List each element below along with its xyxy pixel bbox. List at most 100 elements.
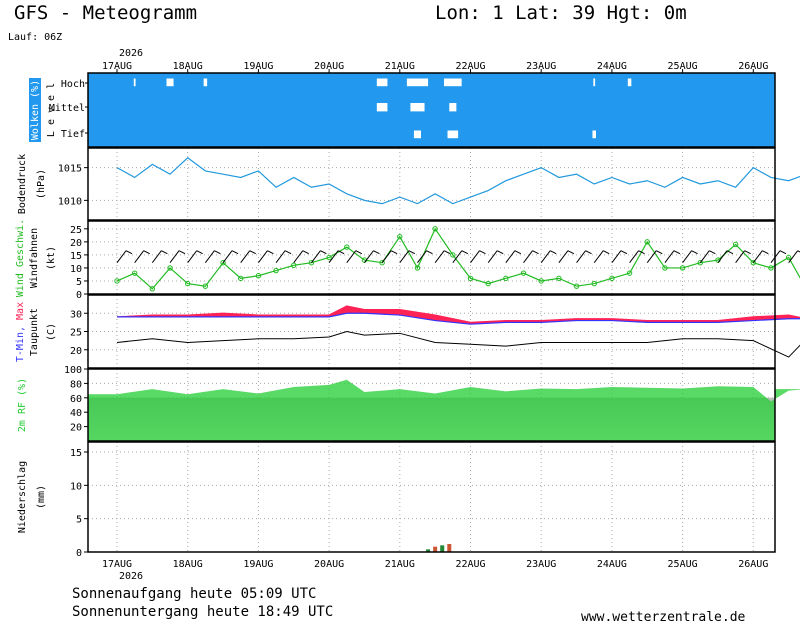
y-tick-label: 10 bbox=[70, 481, 82, 492]
cloud-gap bbox=[413, 130, 422, 139]
precip-ylabel: Niederschlag bbox=[17, 461, 28, 533]
wind-barb bbox=[788, 250, 799, 264]
date-label-top: 25AUG bbox=[668, 61, 698, 72]
wind-barb bbox=[434, 250, 445, 264]
wind-ylabel2: Windfahnen bbox=[29, 228, 40, 288]
date-label-bottom: 18AUG bbox=[173, 559, 203, 570]
site-url: www.wetterzentrale.de bbox=[581, 610, 746, 625]
wind-barb-feather bbox=[479, 250, 486, 255]
temperature-unit: (C) bbox=[46, 323, 57, 341]
wind-barb-feather bbox=[691, 250, 698, 255]
date-label-bottom: 21AUG bbox=[385, 559, 415, 570]
wind-ylabel: Wind Geschwi. bbox=[15, 219, 26, 297]
wind-barb bbox=[682, 250, 692, 264]
wind-barb-feather bbox=[302, 250, 309, 255]
wind-barb bbox=[487, 250, 498, 264]
y-tick-label: 20 bbox=[70, 238, 82, 249]
wind-barb-feather bbox=[585, 250, 592, 255]
wind-barb bbox=[169, 250, 180, 264]
wind-barb-feather bbox=[762, 250, 769, 255]
humidity-ylabel: 2m RF (%) bbox=[17, 378, 28, 432]
wind-barb bbox=[699, 250, 710, 264]
wind-barb bbox=[593, 250, 604, 264]
wind-barb-feather bbox=[567, 250, 575, 255]
temperature-ylabel: T-Min, Max bbox=[15, 302, 26, 362]
wind-barb bbox=[470, 250, 480, 264]
precip-bar bbox=[447, 544, 452, 552]
precip-bar bbox=[433, 546, 438, 552]
wind-barb bbox=[417, 250, 427, 264]
date-label-bottom: 17AUG bbox=[102, 559, 132, 570]
date-label-bottom: 22AUG bbox=[455, 559, 485, 570]
y-tick-label: 60 bbox=[70, 394, 82, 405]
cloud-gap bbox=[410, 103, 425, 112]
sunrise-text: Sonnenaufgang heute 05:09 UTC bbox=[72, 586, 317, 602]
pressure-line bbox=[116, 157, 800, 205]
wind-barb-feather bbox=[603, 250, 610, 255]
y-tick-label: 20 bbox=[70, 423, 82, 434]
wind-unit: (kt) bbox=[46, 246, 57, 270]
wind-barb-feather bbox=[249, 250, 256, 255]
date-label-bottom: 19AUG bbox=[243, 559, 273, 570]
cloud-gap bbox=[166, 78, 174, 87]
wind-barb-feather bbox=[744, 250, 751, 255]
y-tick-label: 100 bbox=[64, 365, 82, 376]
wind-barb-feather bbox=[620, 250, 628, 255]
cloud-gap bbox=[593, 78, 596, 87]
cloud-cover-area bbox=[88, 73, 775, 147]
wind-barb bbox=[646, 250, 657, 264]
humidity-area bbox=[88, 379, 800, 441]
wind-barb-feather bbox=[709, 250, 716, 255]
cloud-gap bbox=[443, 78, 462, 87]
wind-barb-feather bbox=[355, 250, 362, 255]
cloud-gap bbox=[447, 130, 459, 139]
tmax-band bbox=[117, 305, 800, 325]
wind-barb-feather bbox=[673, 250, 681, 255]
wind-barb bbox=[346, 250, 357, 264]
meteogram-chart: 1010101505101520252025302040608010005101… bbox=[15, 48, 800, 582]
y-tick-label: 5 bbox=[76, 515, 82, 526]
wind-barb bbox=[187, 250, 198, 264]
wind-barb-feather bbox=[514, 250, 522, 255]
cloud-gap bbox=[627, 78, 632, 87]
cloud-gap bbox=[592, 130, 596, 139]
cloud-level-label: Tief bbox=[61, 129, 85, 140]
y-tick-label: 30 bbox=[70, 309, 82, 320]
y-tick-label: 0 bbox=[76, 290, 82, 301]
y-tick-label: 10 bbox=[70, 264, 82, 275]
date-label-bottom: 23AUG bbox=[526, 559, 556, 570]
date-label-top: 17AUG bbox=[102, 61, 132, 72]
wind-barb bbox=[664, 250, 675, 264]
wind-barb bbox=[505, 250, 516, 264]
cloud-gap bbox=[376, 103, 388, 112]
date-label-bottom: 24AUG bbox=[597, 559, 627, 570]
cloud-gap bbox=[406, 78, 429, 87]
wind-barb-feather bbox=[320, 250, 327, 255]
wind-barb-feather bbox=[178, 250, 186, 255]
panel-frame bbox=[87, 441, 776, 553]
y-tick-label: 40 bbox=[70, 408, 82, 419]
date-label-bottom: 20AUG bbox=[314, 559, 344, 570]
wind-barb bbox=[717, 250, 728, 264]
wind-barb bbox=[240, 250, 251, 264]
wind-barb bbox=[611, 250, 622, 264]
date-label-bottom: 25AUG bbox=[668, 559, 698, 570]
wind-barb-feather bbox=[549, 250, 557, 255]
wind-barb bbox=[257, 250, 268, 264]
wind-barb bbox=[540, 250, 551, 264]
wind-barb bbox=[222, 250, 233, 264]
wind-barb-feather bbox=[726, 250, 734, 255]
date-label-top: 26AUG bbox=[738, 61, 768, 72]
wind-barb-feather bbox=[496, 250, 504, 255]
wind-barb-feather bbox=[443, 250, 451, 255]
wind-barb bbox=[116, 250, 127, 264]
cloud-gap bbox=[376, 78, 388, 87]
wind-barb-feather bbox=[196, 250, 203, 255]
wind-barb-feather bbox=[214, 250, 221, 255]
cloud-gap bbox=[203, 78, 208, 87]
wind-barb bbox=[204, 250, 215, 264]
precip-bar bbox=[440, 545, 445, 552]
date-label-top: 21AUG bbox=[385, 61, 415, 72]
y-tick-label: 1015 bbox=[58, 164, 82, 175]
y-tick-label: 20 bbox=[70, 346, 82, 357]
